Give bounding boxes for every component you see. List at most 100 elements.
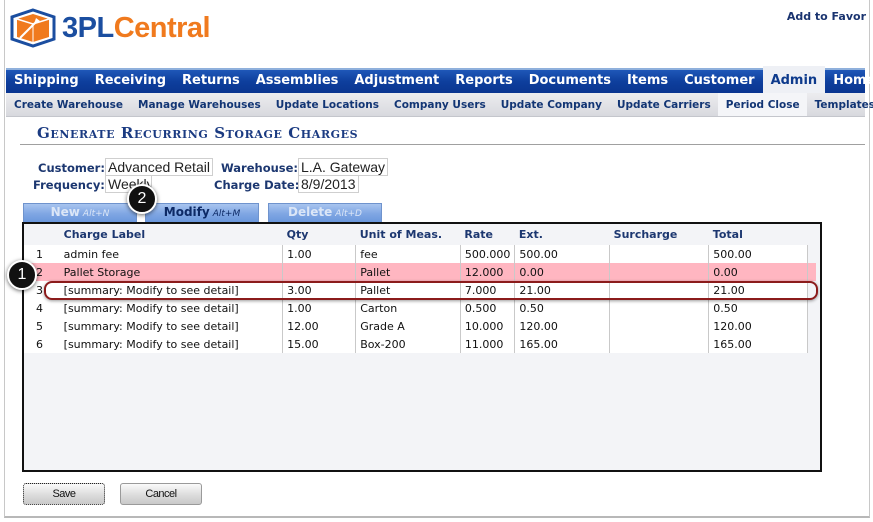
sub-tab-update-locations[interactable]: Update Locations <box>268 93 386 116</box>
new-button[interactable]: New Alt+N <box>23 203 137 222</box>
surcharge-cell <box>609 245 710 263</box>
main-tab-items[interactable]: Items <box>619 70 676 93</box>
ext-cell: 0.00 <box>514 263 611 281</box>
frequency-label: Frequency: <box>33 178 105 192</box>
main-tab-returns[interactable]: Returns <box>174 70 248 93</box>
table-row[interactable]: 5 [summary: Modify to see detail] 12.00 Gra… <box>24 317 816 335</box>
table-row[interactable]: 1 admin fee 1.00 fee 500.000 500.00 500.00 <box>24 245 816 263</box>
sub-tab-manage-warehouses[interactable]: Manage Warehouses <box>130 93 268 116</box>
ext-cell: 500.00 <box>514 245 611 263</box>
save-button[interactable]: Save <box>23 483 105 505</box>
col-header-total[interactable]: Total <box>708 224 808 245</box>
uom-cell: Pallet <box>355 263 461 281</box>
cancel-button[interactable]: Cancel <box>120 483 202 505</box>
delete-button-label: Delete <box>288 205 333 219</box>
col-header-uom[interactable]: Unit of Meas. <box>355 224 461 245</box>
charge-date-label: Charge Date: <box>214 178 300 192</box>
charge-label-cell: [summary: Modify to see detail] <box>59 335 284 353</box>
step-1-badge: 1 <box>7 260 37 290</box>
main-tab-shipping[interactable]: Shipping <box>6 70 87 93</box>
sub-tab-update-company[interactable]: Update Company <box>493 93 609 116</box>
col-header-rate[interactable]: Rate <box>460 224 515 245</box>
charge-label-cell: Pallet Storage <box>59 263 284 281</box>
surcharge-cell <box>609 335 710 353</box>
ext-cell: 0.50 <box>514 299 611 317</box>
add-to-favorites-link[interactable]: Add to Favor <box>787 10 866 23</box>
main-tab-assemblies[interactable]: Assemblies <box>248 70 347 93</box>
main-tab-home[interactable]: Home <box>825 70 873 93</box>
surcharge-cell <box>609 317 710 335</box>
main-tab-customer[interactable]: Customer <box>676 70 762 93</box>
sub-tab-update-carriers[interactable]: Update Carriers <box>609 93 718 116</box>
rate-cell: 10.000 <box>460 317 516 335</box>
sub-tab-create-warehouse[interactable]: Create Warehouse <box>6 93 130 116</box>
logo: 3PLCentral <box>10 8 211 48</box>
rate-cell: 12.000 <box>460 263 516 281</box>
warehouse-value: L.A. Gateway <box>298 158 389 176</box>
sub-nav: Create Warehouse Manage Warehouses Updat… <box>6 93 873 117</box>
main-tab-receiving[interactable]: Receiving <box>87 70 174 93</box>
col-header-qty[interactable]: Qty <box>282 224 356 245</box>
total-cell: 165.00 <box>708 335 808 353</box>
modify-button[interactable]: Modify Alt+M <box>145 203 259 222</box>
qty-cell <box>282 263 357 281</box>
sub-tab-period-close[interactable]: Period Close <box>717 93 807 116</box>
charges-grid: Charge Label Qty Unit of Meas. Rate Ext.… <box>22 222 822 472</box>
row-number: 4 <box>24 299 60 317</box>
logo-text-central: Central <box>113 11 211 44</box>
delete-hotkey: Alt+D <box>335 209 362 219</box>
charge-label-cell: [summary: Modify to see detail] <box>59 317 284 335</box>
delete-button[interactable]: Delete Alt+D <box>268 203 382 222</box>
col-header-ext[interactable]: Ext. <box>514 224 610 245</box>
uom-cell: Box-200 <box>355 335 461 353</box>
total-cell: 120.00 <box>708 317 808 335</box>
col-header-number <box>24 224 60 245</box>
sub-tab-company-users[interactable]: Company Users <box>386 93 493 116</box>
charge-label-cell: [summary: Modify to see detail] <box>59 299 284 317</box>
row-filler <box>808 299 817 317</box>
uom-cell: Grade A <box>355 317 461 335</box>
charge-label-cell: admin fee <box>59 245 284 263</box>
customer-value: Advanced Retail <box>105 158 213 176</box>
row-number: 1 <box>24 245 60 263</box>
ext-cell: 165.00 <box>514 335 611 353</box>
main-tab-documents[interactable]: Documents <box>521 70 619 93</box>
uom-cell: Carton <box>355 299 461 317</box>
row-filler <box>808 317 817 335</box>
new-hotkey: Alt+N <box>82 209 110 219</box>
page-title: Generate Recurring Storage Charges <box>37 124 359 142</box>
rate-cell: 11.000 <box>460 335 516 353</box>
col-header-charge-label[interactable]: Charge Label <box>59 224 283 245</box>
table-row[interactable]: 6 [summary: Modify to see detail] 15.00 Box… <box>24 335 816 353</box>
col-header-surcharge[interactable]: Surcharge <box>609 224 709 245</box>
rate-cell: 0.500 <box>460 299 516 317</box>
warehouse-label: Warehouse: <box>221 161 299 175</box>
new-button-label: New <box>50 205 80 219</box>
total-cell: 0.50 <box>708 299 808 317</box>
main-tab-adjustment[interactable]: Adjustment <box>346 70 447 93</box>
col-header-filler <box>807 224 816 245</box>
sub-tab-templates[interactable]: Templates <box>807 93 873 116</box>
main-nav: Shipping Receiving Returns Assemblies Ad… <box>6 66 873 93</box>
customer-label: Customer: <box>38 161 105 175</box>
row-highlight-callout <box>44 281 818 300</box>
row-filler <box>808 335 817 353</box>
total-cell: 500.00 <box>708 245 808 263</box>
main-tab-reports[interactable]: Reports <box>447 70 520 93</box>
title-divider <box>20 144 865 145</box>
main-tab-admin[interactable]: Admin <box>762 66 826 93</box>
row-number: 6 <box>24 335 60 353</box>
row-number: 5 <box>24 317 60 335</box>
rate-cell: 500.000 <box>460 245 516 263</box>
box-logo-icon <box>10 8 56 48</box>
row-filler <box>808 245 817 263</box>
total-cell: 0.00 <box>708 263 808 281</box>
charge-date-value: 8/9/2013 <box>298 175 359 193</box>
table-row[interactable]: 2 Pallet Storage Pallet 12.000 0.00 0.00 <box>24 263 816 281</box>
logo-text-3pl: 3PL <box>62 11 114 44</box>
surcharge-cell <box>609 263 710 281</box>
table-row[interactable]: 4 [summary: Modify to see detail] 1.00 Cart… <box>24 299 816 317</box>
uom-cell: fee <box>355 245 461 263</box>
grid-header-row: Charge Label Qty Unit of Meas. Rate Ext.… <box>24 224 816 245</box>
step-2-badge: 2 <box>127 184 157 214</box>
